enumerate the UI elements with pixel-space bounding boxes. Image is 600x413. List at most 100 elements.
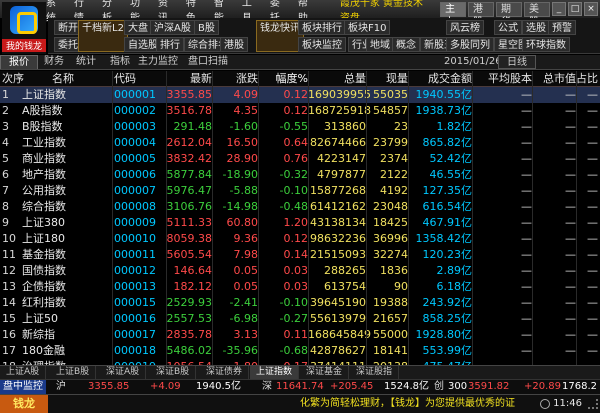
table-row[interactable]: 16 新综指 000017 2835.78 3.13 0.11 168645849 55000… (0, 327, 600, 343)
cell-pct2: — (587, 312, 598, 325)
ticker-item-9: 300 (448, 381, 468, 392)
cell-pct2: — (587, 296, 598, 309)
app-logo[interactable]: 我的钱龙 (2, 2, 46, 54)
qianlong-logo-icon (10, 6, 38, 34)
column-header-6[interactable]: 总量 (308, 71, 366, 87)
market-tab-7[interactable]: 深证股指 (350, 366, 400, 379)
column-header-9[interactable]: 平均股本 (472, 71, 532, 87)
cell-now: 36996 (373, 232, 408, 245)
mode-tab-0[interactable]: 主力 (440, 1, 467, 28)
maximize-icon[interactable]: □ (568, 2, 582, 16)
cell-cap: — (565, 152, 576, 165)
toolbar-button-10[interactable]: 钱龙快讯 (256, 20, 304, 52)
minimize-icon[interactable]: _ (552, 2, 566, 16)
table-row[interactable]: 8 综合指数 000008 3106.76 -14.98 -0.48 61412162 230… (0, 199, 600, 215)
column-header-2[interactable]: 代码 (114, 71, 166, 87)
table-row[interactable]: 5 商业指数 000005 3832.42 28.90 0.76 4223147 2374 52… (0, 151, 600, 167)
cell-amt: 243.92亿 (422, 296, 473, 309)
toolbar-button-2[interactable]: 千档新L2 (78, 20, 128, 52)
table-row[interactable]: 13 企债指数 000013 182.12 0.05 0.03 613754 90 6.18亿 —… (0, 279, 600, 295)
tab-2[interactable]: 统计 (68, 55, 104, 69)
toolbar-button-11[interactable]: 板块排行 (298, 20, 346, 35)
market-tab-3[interactable]: 深证B股 (150, 366, 197, 379)
toolbar-button-23[interactable]: 预警 (548, 20, 576, 35)
toolbar-button-7[interactable]: B股 (194, 20, 219, 35)
tab-5[interactable]: 盘口扫描 (180, 55, 236, 69)
market-tab-5[interactable]: 上证指数 (250, 366, 300, 379)
column-header-10[interactable]: 总市值 (532, 71, 576, 87)
toolbar-button-16[interactable]: 概念 (392, 37, 420, 52)
column-header-7[interactable]: 现量 (366, 71, 408, 87)
column-header-4[interactable]: 涨跌 (212, 71, 258, 87)
cell-last: 146.64 (173, 264, 213, 277)
cell-name: 综合指数 (22, 200, 66, 213)
table-row[interactable]: 4 工业指数 000004 2612.04 16.50 0.64 82674466 23799… (0, 135, 600, 151)
toolbar-button-6[interactable]: 排行 (156, 37, 184, 52)
cell-cap: — (565, 232, 576, 245)
ticker-item-8: 创 (434, 381, 444, 392)
tab-0[interactable]: 报价 (0, 55, 38, 69)
toolbar-button-19[interactable]: 多股同列 (446, 37, 494, 52)
market-tab-2[interactable]: 深证A股 (100, 366, 147, 379)
close-icon[interactable]: × (584, 2, 598, 16)
qianlong-wordmark: 钱龙 (0, 395, 48, 413)
monitor-label[interactable]: 盘中监控 (0, 380, 46, 394)
toolbar-button-24[interactable]: 环球指数 (522, 37, 570, 52)
toolbar-button-9[interactable]: 港股 (220, 37, 248, 52)
market-tab-0[interactable]: 上证A股 (0, 366, 47, 379)
tab-4[interactable]: 主力监控 (130, 55, 186, 69)
cell-name: B股指数 (22, 120, 63, 133)
cell-last: 5976.47 (166, 184, 213, 197)
table-row[interactable]: 2 A股指数 000002 3516.78 4.35 0.12 168725918 54857… (0, 103, 600, 119)
cell-pct2: — (587, 344, 598, 357)
cell-cap: — (565, 136, 576, 149)
table-row[interactable]: 1 上证指数 000001 3355.85 4.09 0.12 169039955 55035… (0, 87, 600, 103)
cell-now: 54857 (373, 104, 408, 117)
table-row[interactable]: 12 国债指数 000012 146.64 0.05 0.03 288265 1836 2.89… (0, 263, 600, 279)
toolbar-button-3[interactable]: 大盘 (124, 20, 152, 35)
table-row[interactable]: 6 地产指数 000006 5877.84 -18.90 -0.32 4797877 2122… (0, 167, 600, 183)
table-row[interactable]: 9 上证380 000009 5111.33 60.80 1.20 43138134 1842… (0, 215, 600, 231)
mode-tab-3[interactable]: 美股 (524, 1, 550, 28)
toolbar-button-13[interactable]: 板块监控 (298, 37, 346, 52)
cell-amt: 127.35亿 (422, 184, 473, 197)
toolbar-button-22[interactable]: 选股 (522, 20, 550, 35)
mode-tab-1[interactable]: 港股 (468, 1, 495, 28)
table-row[interactable]: 17 180金融 000018 5486.02 -35.96 -0.68 42878627 1… (0, 343, 600, 359)
table-row[interactable]: 14 红利指数 000015 2529.93 -2.41 -0.10 39645190 193… (0, 295, 600, 311)
news-scroller[interactable]: 化繁为简轻松理财，【钱龙】为您提供最优秀的证 (300, 395, 515, 413)
table-row[interactable]: 10 上证180 000010 8059.38 9.36 0.12 98632236 3699… (0, 231, 600, 247)
toolbar-button-12[interactable]: 板块F10 (344, 20, 391, 35)
cell-code: 000008 (114, 200, 156, 213)
cell-avg: — (521, 328, 532, 341)
column-header-5[interactable]: 幅度% (258, 71, 308, 87)
cell-last: 2557.53 (166, 312, 213, 325)
column-header-8[interactable]: 成交金额 (408, 71, 472, 87)
market-tab-1[interactable]: 上证B股 (50, 366, 97, 379)
column-header-3[interactable]: 最新 (166, 71, 212, 87)
cell-amt: 865.82亿 (422, 136, 473, 149)
ticker-item-5: 11641.74 (276, 381, 324, 392)
cell-last: 2612.04 (166, 136, 213, 149)
period-select[interactable]: 日线 (498, 55, 536, 69)
cell-now: 1836 (380, 264, 408, 277)
cell-pct: -0.27 (279, 312, 308, 325)
market-tab-4[interactable]: 深证债券 (200, 366, 250, 379)
tab-1[interactable]: 财务 (36, 55, 72, 69)
toolbar-button-15[interactable]: 地域 (366, 37, 394, 52)
market-tab-6[interactable]: 深证基金 (300, 366, 350, 379)
column-header-11[interactable]: 占比 (576, 71, 598, 87)
cell-vol: 4797877 (317, 168, 366, 181)
mode-tab-2[interactable]: 期货 (496, 1, 523, 28)
column-header-1[interactable]: 名称 (22, 71, 104, 87)
toolbar-button-5[interactable]: 沪深A股 (150, 20, 195, 35)
table-row[interactable]: 3 B股指数 000003 291.48 -1.60 -0.55 313860 23 1.82亿… (0, 119, 600, 135)
table-row[interactable]: 15 上证50 000016 2557.53 -6.98 -0.27 55613979 216… (0, 311, 600, 327)
resize-grip-icon[interactable] (588, 399, 598, 409)
table-row[interactable]: 11 基金指数 000011 5605.54 7.98 0.14 21515093 32274… (0, 247, 600, 263)
cell-amt: 120.23亿 (422, 248, 473, 261)
cell-vol: 42878627 (310, 344, 366, 357)
toolbar-button-20[interactable]: 公式 (494, 20, 522, 35)
table-row[interactable]: 7 公用指数 000007 5976.47 -5.88 -0.10 15877268 4192… (0, 183, 600, 199)
toolbar-button-18[interactable]: 风云榜 (446, 20, 484, 35)
